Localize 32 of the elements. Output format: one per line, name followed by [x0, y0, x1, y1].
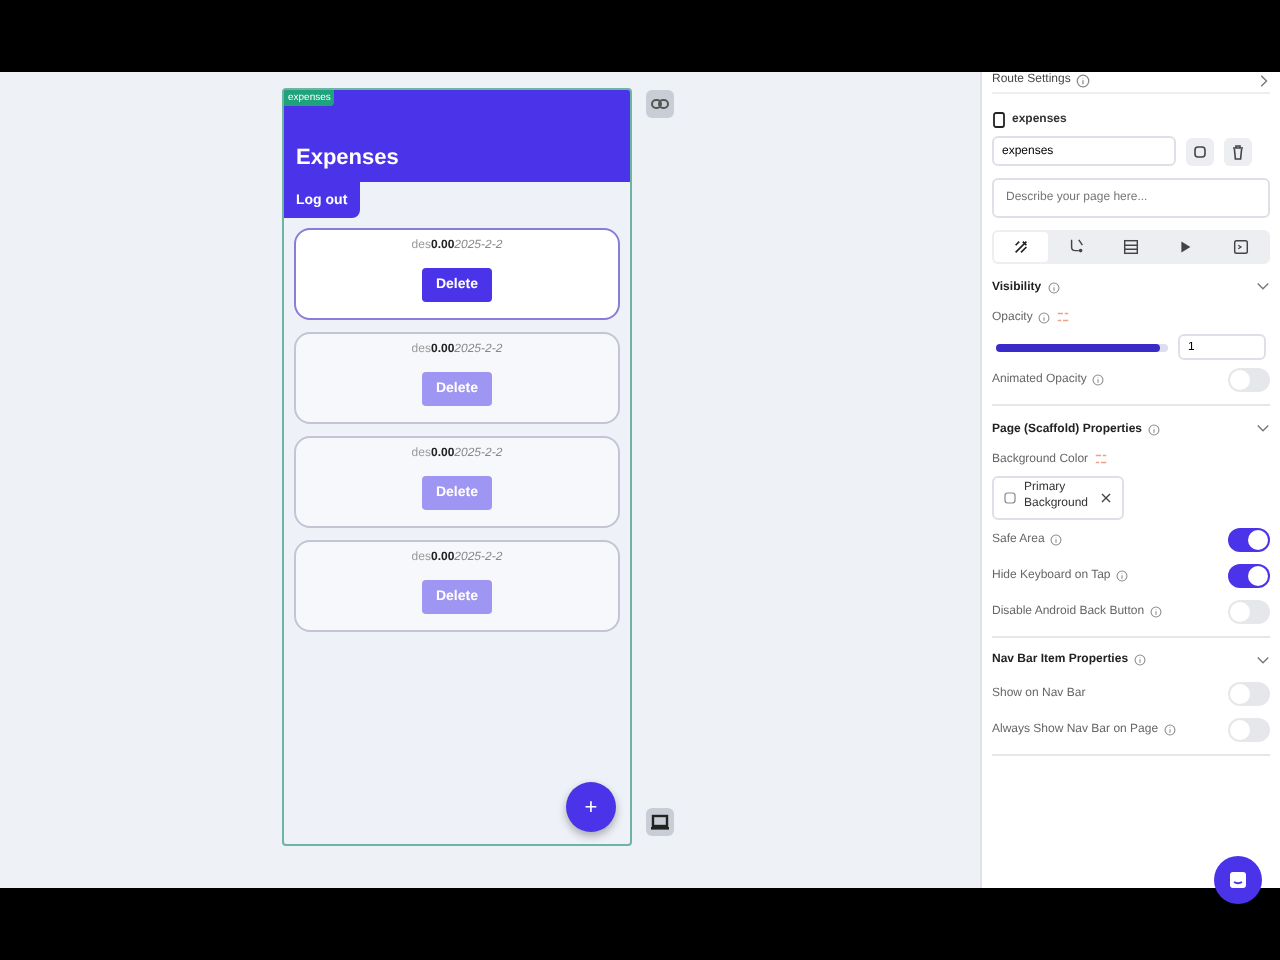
close-icon — [1100, 491, 1112, 504]
code-icon — [1231, 238, 1250, 256]
trash-icon — [1230, 143, 1246, 159]
chat-icon — [1228, 870, 1248, 890]
info-icon — [1148, 423, 1161, 435]
tool-tab[interactable] — [994, 232, 1049, 262]
toggle-switch[interactable] — [1228, 717, 1270, 742]
info-icon — [1134, 654, 1147, 667]
toggle-switch[interactable] — [1228, 368, 1270, 392]
chevron-icon — [1256, 653, 1270, 668]
table-icon — [1122, 238, 1141, 256]
swatch-icon — [1004, 491, 1016, 504]
add-button[interactable]: + — [566, 782, 616, 832]
delete-button[interactable] — [1224, 137, 1252, 165]
toggle-switch[interactable] — [1228, 681, 1270, 706]
toggle-switch[interactable] — [1228, 527, 1270, 552]
info-icon — [1047, 281, 1060, 293]
chevron-icon — [1256, 73, 1270, 87]
toggle-switch[interactable] — [1228, 563, 1270, 588]
chevron-icon — [1256, 280, 1270, 294]
chevron-icon — [1256, 422, 1270, 436]
app-title: Expenses — [296, 146, 399, 170]
info-icon — [1076, 73, 1091, 87]
duplicate-button[interactable] — [1186, 137, 1214, 165]
laptop-icon — [646, 808, 674, 836]
play-icon — [1176, 238, 1195, 256]
flow-icon — [1067, 238, 1086, 256]
phone-icon — [992, 111, 1006, 127]
info-icon — [1038, 311, 1051, 323]
toggle-switch[interactable] — [1228, 599, 1270, 624]
link-icon — [646, 90, 674, 118]
wand-icon — [1012, 238, 1031, 256]
